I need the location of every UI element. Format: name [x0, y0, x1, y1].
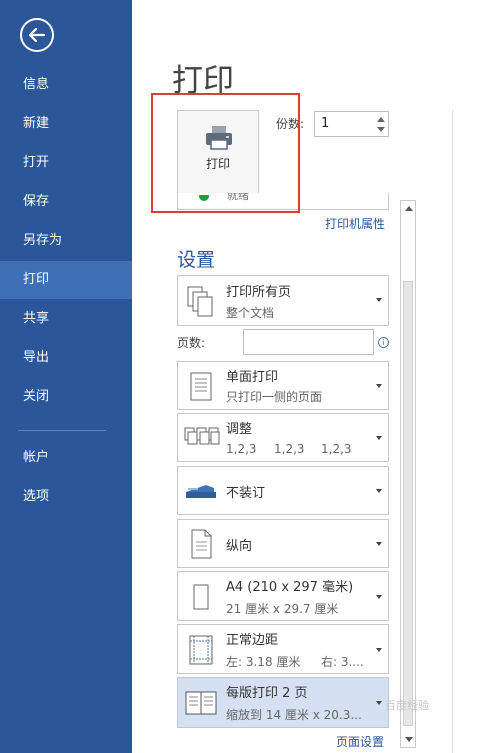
back-button[interactable] — [20, 18, 54, 52]
collate-dropdown[interactable]: 调整 1,2,3 1,2,3 1,2,3 — [177, 413, 389, 462]
collate-title: 调整 — [226, 422, 253, 437]
margins-icon — [189, 635, 213, 665]
info-icon[interactable]: i — [378, 337, 389, 348]
chevron-down-icon — [376, 489, 382, 493]
chevron-down-icon — [376, 436, 382, 440]
sidebar-item-account[interactable]: 帐户 — [0, 439, 132, 477]
orientation-title: 纵向 — [226, 539, 253, 554]
chevron-down-icon — [376, 298, 382, 302]
copies-spinbox[interactable]: 1 — [314, 111, 389, 137]
paper-size-icon — [193, 584, 209, 610]
print-range-title: 打印所有页 — [226, 285, 292, 300]
print-range-subtitle: 整个文档 — [226, 306, 275, 320]
sidebar-item-share[interactable]: 共享 — [0, 300, 132, 338]
printer-properties-link[interactable]: 打印机属性 — [325, 215, 385, 232]
collate-order-2: 1,2,3 — [274, 442, 305, 456]
sidebar-item-save[interactable]: 保存 — [0, 183, 132, 221]
print-backstage-view: 信息 新建 打开 保存 另存为 打印 共享 导出 关闭 帐户 选项 打印 打印 … — [0, 0, 485, 753]
chevron-down-icon — [376, 542, 382, 546]
paper-size-subtitle: 21 厘米 x 29.7 厘米 — [226, 602, 339, 616]
one-sided-icon — [190, 372, 212, 401]
page-setup-link[interactable]: 页面设置 — [336, 733, 384, 750]
settings-scrollbar[interactable] — [400, 200, 416, 748]
portrait-icon — [191, 529, 212, 559]
sidebar-item-open[interactable]: 打开 — [0, 144, 132, 182]
stapler-icon — [186, 485, 216, 498]
pages-per-sheet-title: 每版打印 2 页 — [226, 686, 308, 701]
decrement-arrow-icon[interactable] — [377, 127, 385, 132]
settings-heading: 设置 — [177, 249, 216, 271]
watermark: 百度经验 — [385, 699, 429, 712]
paper-size-dropdown[interactable]: A4 (210 x 297 毫米) 21 厘米 x 29.7 厘米 — [177, 571, 389, 621]
scroll-thumb[interactable] — [403, 281, 413, 726]
orientation-dropdown[interactable]: 纵向 — [177, 519, 389, 568]
collate-order-1: 1,2,3 — [226, 442, 257, 456]
sidebar-item-info[interactable]: 信息 — [0, 66, 132, 104]
backstage-sidebar: 信息 新建 打开 保存 另存为 打印 共享 导出 关闭 帐户 选项 — [0, 0, 132, 753]
scroll-up-arrow-icon[interactable] — [405, 206, 413, 211]
margins-left-value: 左: 3.18 厘米 — [226, 655, 301, 669]
paper-size-title: A4 (210 x 297 毫米) — [226, 580, 354, 595]
chevron-down-icon — [376, 595, 382, 599]
pages-icon — [187, 286, 213, 317]
sidebar-item-print[interactable]: 打印 — [0, 261, 132, 299]
pages-per-sheet-icon — [185, 691, 217, 715]
sides-title: 单面打印 — [226, 370, 279, 385]
back-arrow-icon — [28, 27, 46, 43]
sidebar-divider — [18, 430, 106, 431]
copies-value: 1 — [321, 116, 330, 131]
margins-right-value: 右: 3.... — [321, 655, 364, 669]
sidebar-item-options[interactable]: 选项 — [0, 478, 132, 516]
highlight-annotation-box — [151, 93, 300, 213]
print-range-dropdown[interactable]: 打印所有页 整个文档 — [177, 275, 389, 326]
sides-dropdown[interactable]: 单面打印 只打印一侧的页面 — [177, 361, 389, 410]
chevron-down-icon — [376, 648, 382, 652]
margins-title: 正常边距 — [226, 633, 279, 648]
staple-dropdown[interactable]: 不装订 — [177, 466, 389, 515]
sidebar-item-new[interactable]: 新建 — [0, 105, 132, 143]
chevron-down-icon — [376, 701, 382, 705]
sides-subtitle: 只打印一侧的页面 — [226, 390, 323, 404]
sidebar-item-close[interactable]: 关闭 — [0, 378, 132, 416]
pages-label: 页数: — [177, 336, 206, 350]
increment-arrow-icon[interactable] — [377, 117, 385, 122]
chevron-down-icon — [376, 384, 382, 388]
collate-order-3: 1,2,3 — [321, 442, 352, 456]
margins-dropdown[interactable]: 正常边距 左: 3.18 厘米 右: 3.... — [177, 624, 389, 674]
pages-input[interactable] — [243, 329, 374, 355]
preview-divider — [452, 110, 453, 753]
staple-title: 不装订 — [226, 486, 266, 501]
pages-per-sheet-dropdown[interactable]: 每版打印 2 页 缩放到 14 厘米 x 20.3... — [177, 677, 389, 728]
collate-icon — [184, 427, 220, 445]
scroll-down-arrow-icon[interactable] — [405, 737, 413, 742]
sidebar-item-export[interactable]: 导出 — [0, 339, 132, 377]
sidebar-item-save-as[interactable]: 另存为 — [0, 222, 132, 260]
pages-per-sheet-subtitle: 缩放到 14 厘米 x 20.3... — [226, 708, 362, 722]
